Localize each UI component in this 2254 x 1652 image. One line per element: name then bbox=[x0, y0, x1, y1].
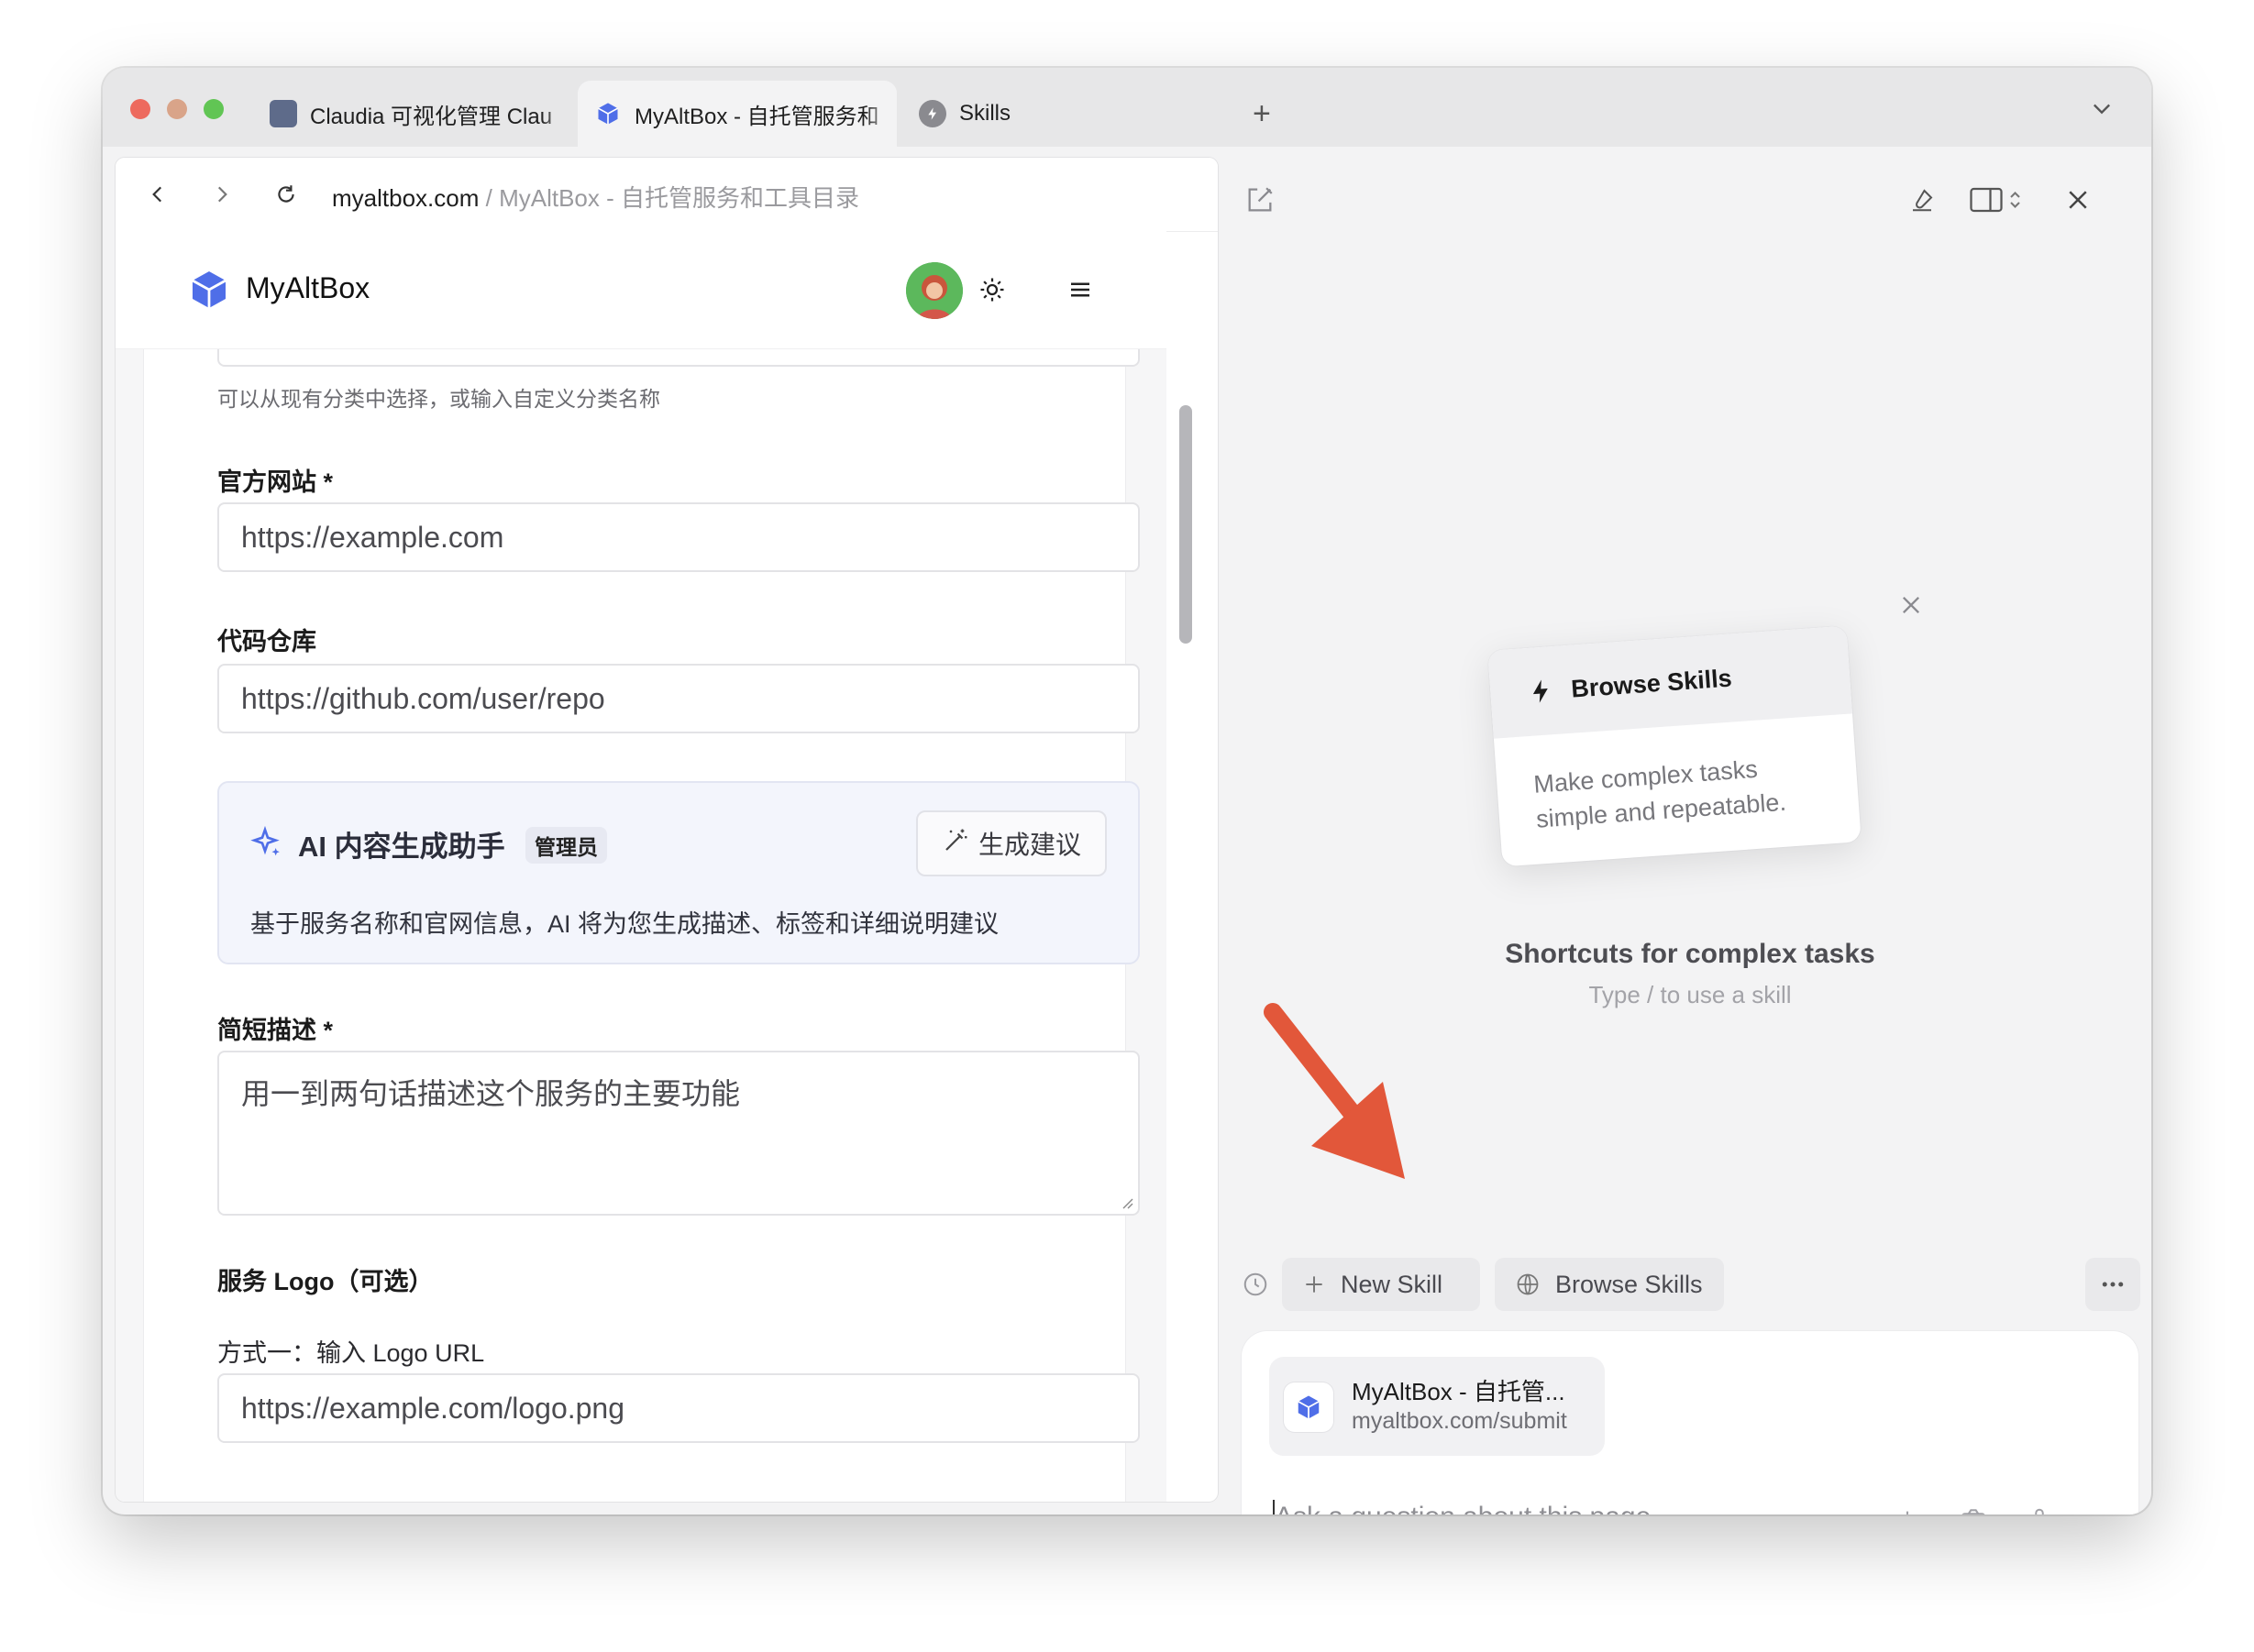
logo-url-input[interactable]: https://example.com/logo.png bbox=[217, 1373, 1140, 1443]
tab-claudia[interactable]: Claudia 可视化管理 Clau bbox=[253, 81, 574, 147]
plus-icon bbox=[1306, 1276, 1322, 1293]
claudia-favicon-icon bbox=[270, 100, 297, 127]
myaltbox-logo-icon[interactable] bbox=[187, 268, 231, 312]
repo-label: 代码仓库 bbox=[217, 628, 316, 655]
chat-input-box: MyAltBox - 自托管... myaltbox.com/submit As… bbox=[1242, 1331, 2138, 1514]
logo-section-title: 服务 Logo（可选） bbox=[217, 1268, 434, 1295]
lightning-icon bbox=[1532, 679, 1548, 703]
ai-assistant-box: AI 内容生成助手 管理员 生成建议 基于服务名称和官网信息，AI 将为您生成描… bbox=[217, 781, 1140, 964]
myaltbox-favicon-icon bbox=[1284, 1382, 1333, 1432]
ellipsis-icon bbox=[2102, 1282, 2124, 1287]
website-input[interactable]: https://example.com bbox=[217, 502, 1140, 572]
compose-edit-icon[interactable] bbox=[1240, 180, 1280, 220]
user-avatar[interactable] bbox=[906, 262, 963, 319]
sidebar-layout-icon[interactable] bbox=[1962, 180, 2032, 220]
url-host: myaltbox.com bbox=[332, 184, 480, 212]
globe-icon bbox=[1517, 1273, 1539, 1295]
attach-plus-icon[interactable] bbox=[1889, 1502, 1926, 1514]
forward-button[interactable] bbox=[202, 174, 242, 215]
browse-skills-button[interactable]: Browse Skills bbox=[1495, 1258, 1724, 1311]
ai-title: AI 内容生成助手 bbox=[298, 831, 505, 863]
close-window-button[interactable] bbox=[130, 99, 150, 119]
ai-description: 基于服务名称和官网信息，AI 将为您生成描述、标签和详细说明建议 bbox=[250, 910, 1000, 938]
tab-list-chevron-icon[interactable] bbox=[2089, 95, 2115, 126]
repo-placeholder: https://github.com/user/repo bbox=[241, 681, 605, 715]
website-placeholder: https://example.com bbox=[241, 520, 504, 554]
page-scrollbar[interactable] bbox=[1179, 405, 1192, 644]
close-panel-icon[interactable] bbox=[2058, 180, 2098, 220]
skill-card-title: Browse Skills bbox=[1570, 663, 1733, 703]
browse-skills-label: Browse Skills bbox=[1555, 1270, 1703, 1298]
menu-hamburger-icon[interactable] bbox=[1062, 271, 1099, 308]
generate-label: 生成建议 bbox=[978, 831, 1081, 859]
myaltbox-favicon-icon bbox=[594, 100, 622, 127]
annotation-arrow-icon bbox=[1264, 1003, 1405, 1179]
url-field[interactable]: myaltbox.com / MyAltBox - 自托管服务和工具目录 bbox=[332, 180, 859, 214]
reload-button[interactable] bbox=[266, 174, 306, 215]
logo-url-placeholder: https://example.com/logo.png bbox=[241, 1391, 625, 1425]
skills-favicon-icon bbox=[919, 100, 946, 127]
zoom-window-button[interactable] bbox=[204, 99, 224, 119]
browse-skills-card[interactable]: Browse Skills Make complex tasks simple … bbox=[1487, 625, 1862, 867]
sparkles-icon bbox=[247, 825, 283, 866]
context-url: myaltbox.com/submit bbox=[1352, 1408, 1567, 1434]
page-context-chip[interactable]: MyAltBox - 自托管... myaltbox.com/submit bbox=[1269, 1357, 1605, 1456]
website-label: 官方网站 * bbox=[217, 468, 334, 496]
ask-input[interactable]: Ask a question about this page... bbox=[1275, 1502, 1674, 1514]
minimize-window-button[interactable] bbox=[167, 99, 187, 119]
tab-skills[interactable]: Skills bbox=[902, 81, 1086, 147]
more-options-button[interactable] bbox=[2085, 1258, 2140, 1311]
tab-bar: Claudia 可视化管理 Clau MyAltBox - 自托管服务和 Ski… bbox=[103, 68, 2151, 147]
category-input[interactable] bbox=[217, 348, 1140, 367]
logo-url-label: 方式一：输入 Logo URL bbox=[217, 1339, 485, 1367]
skills-heading: Shortcuts for complex tasks bbox=[1505, 939, 1875, 969]
repo-input[interactable]: https://github.com/user/repo bbox=[217, 664, 1140, 733]
browser-window: Claudia 可视化管理 Clau MyAltBox - 自托管服务和 Ski… bbox=[103, 68, 2151, 1514]
short-desc-placeholder: 用一到两句话描述这个服务的主要功能 bbox=[241, 1077, 741, 1110]
new-tab-button[interactable]: + bbox=[1236, 81, 1291, 147]
skill-card-body: Make complex tasks simple and repeatable… bbox=[1532, 750, 1787, 837]
site-header: MyAltBox bbox=[116, 231, 1166, 349]
microphone-icon[interactable] bbox=[2021, 1502, 2058, 1514]
submit-form: 可以从现有分类中选择，或输入自定义分类名称 官方网站 * https://exa… bbox=[143, 348, 1140, 1502]
new-skill-label: New Skill bbox=[1341, 1270, 1443, 1298]
tab-title: MyAltBox - 自托管服务和 bbox=[635, 104, 879, 129]
url-page-title: MyAltBox - 自托管服务和工具目录 bbox=[499, 184, 859, 212]
new-skill-button[interactable]: New Skill bbox=[1282, 1258, 1480, 1311]
ask-placeholder: Ask a question about this page... bbox=[1275, 1502, 1674, 1514]
tab-title: Claudia 可视化管理 Clau bbox=[310, 104, 553, 129]
back-button[interactable] bbox=[138, 174, 178, 215]
history-clock-icon[interactable] bbox=[1242, 1271, 1269, 1303]
url-separator: / bbox=[479, 184, 500, 212]
short-desc-textarea[interactable]: 用一到两句话描述这个服务的主要功能 bbox=[217, 1051, 1140, 1216]
assistant-panel: Browse Skills Make complex tasks simple … bbox=[1229, 147, 2151, 1514]
category-hint: 可以从现有分类中选择，或输入自定义分类名称 bbox=[217, 387, 660, 411]
tab-myaltbox[interactable]: MyAltBox - 自托管服务和 bbox=[578, 81, 897, 147]
short-desc-label: 简短描述 * bbox=[217, 1017, 334, 1044]
address-bar: myaltbox.com / MyAltBox - 自托管服务和工具目录 bbox=[116, 158, 1218, 232]
camera-icon[interactable] bbox=[1955, 1502, 1992, 1514]
site-brand[interactable]: MyAltBox bbox=[246, 271, 370, 305]
dismiss-card-icon[interactable] bbox=[1898, 592, 1924, 622]
plus-icon: + bbox=[1253, 95, 1271, 131]
page-content: 可以从现有分类中选择，或输入自定义分类名称 官方网站 * https://exa… bbox=[116, 348, 1166, 1502]
resize-handle-icon[interactable] bbox=[1118, 1194, 1134, 1210]
context-title: MyAltBox - 自托管... bbox=[1352, 1378, 1565, 1405]
skill-card-header: Browse Skills bbox=[1487, 625, 1852, 739]
tab-title: Skills bbox=[959, 101, 1011, 126]
admin-badge: 管理员 bbox=[525, 827, 607, 864]
browser-pane: myaltbox.com / MyAltBox - 自托管服务和工具目录 MyA… bbox=[116, 158, 1218, 1502]
generate-suggestions-button[interactable]: 生成建议 bbox=[916, 810, 1107, 876]
magic-wand-icon bbox=[942, 827, 969, 861]
brush-icon[interactable] bbox=[1902, 180, 1942, 220]
theme-toggle-sun-icon[interactable] bbox=[974, 271, 1011, 308]
